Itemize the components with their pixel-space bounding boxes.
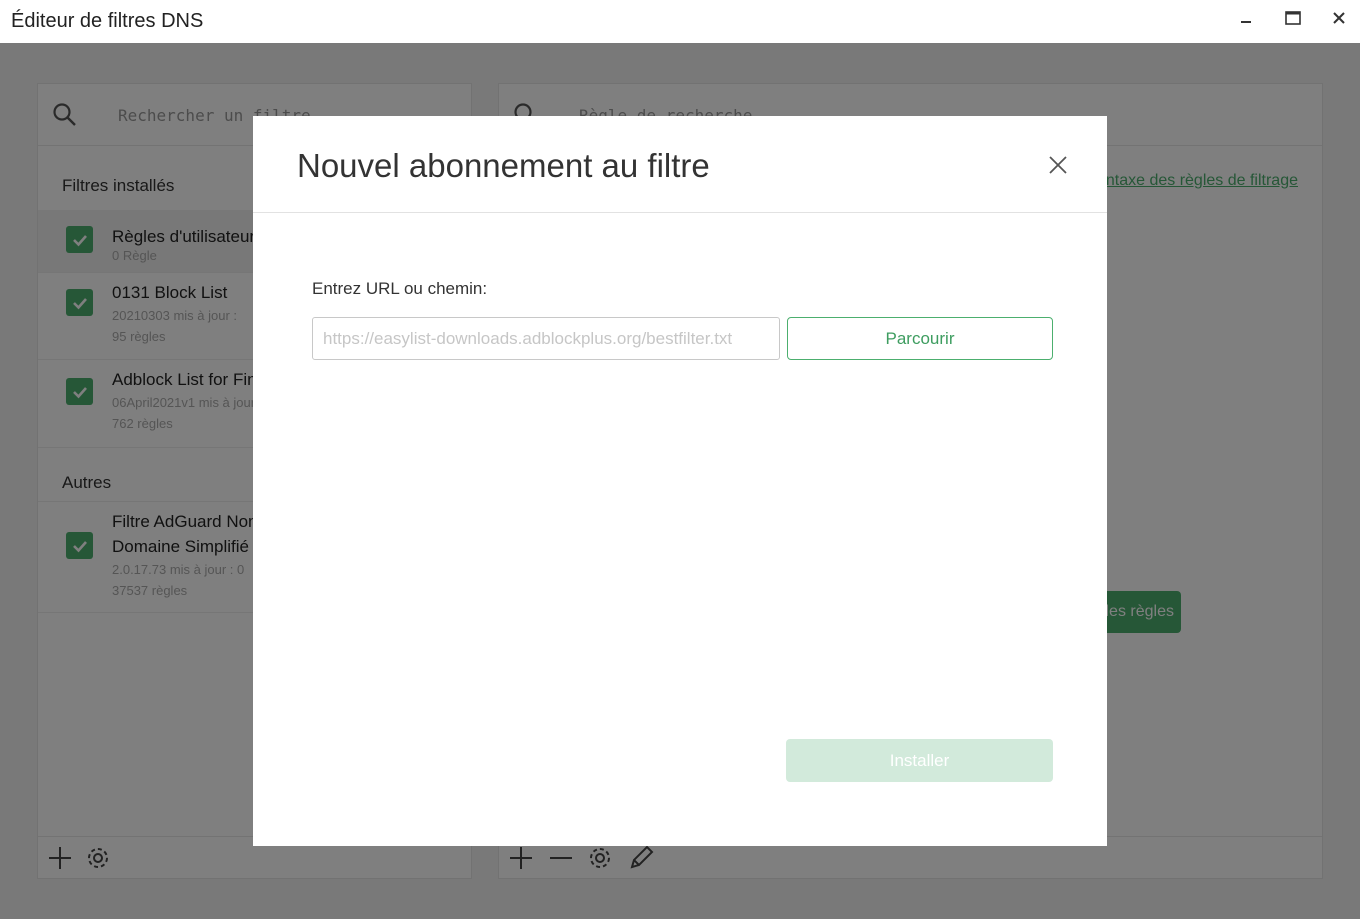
window-title: Éditeur de filtres DNS xyxy=(11,10,204,32)
close-button[interactable] xyxy=(1325,6,1353,30)
browse-button[interactable]: Parcourir xyxy=(787,317,1053,360)
url-field-label: Entrez URL ou chemin: xyxy=(312,279,488,298)
title-bar: Éditeur de filtres DNS xyxy=(0,0,1360,43)
close-icon xyxy=(1332,11,1346,25)
minimize-button[interactable] xyxy=(1232,6,1260,30)
maximize-button[interactable] xyxy=(1279,6,1307,30)
maximize-icon xyxy=(1285,11,1301,25)
new-filter-subscription-dialog: Nouvel abonnement au filtre Entrez URL o… xyxy=(253,116,1107,846)
dialog-close-button[interactable] xyxy=(1045,152,1071,178)
install-button[interactable]: Installer xyxy=(786,739,1053,782)
url-input[interactable] xyxy=(312,317,780,360)
close-icon xyxy=(1049,156,1067,174)
dialog-header: Nouvel abonnement au filtre xyxy=(253,116,1107,213)
minimize-icon xyxy=(1239,11,1253,25)
dialog-title: Nouvel abonnement au filtre xyxy=(297,147,710,184)
